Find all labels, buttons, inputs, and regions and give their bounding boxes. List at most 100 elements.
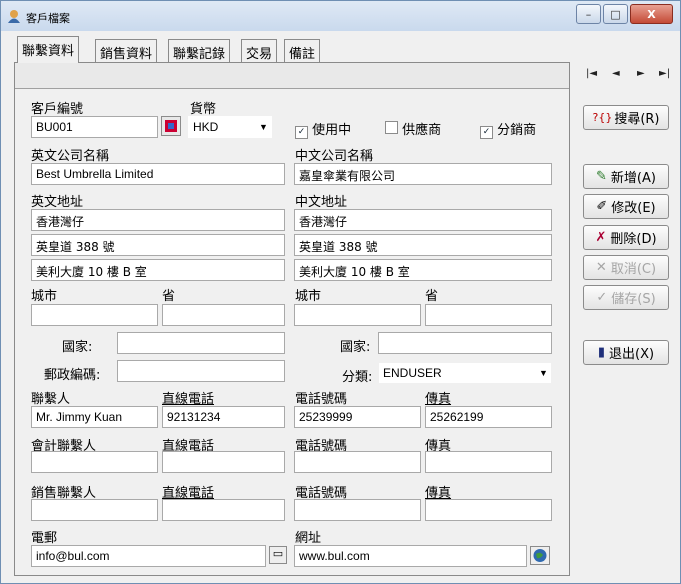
cn-country-field[interactable] (378, 332, 552, 354)
globe-icon[interactable] (530, 546, 550, 565)
cn-province-field[interactable] (425, 304, 552, 326)
close-button[interactable]: X (630, 4, 673, 24)
supplier-check-icon (385, 121, 398, 134)
currency-label: 貨幣 (190, 102, 217, 117)
cancel-icon: ✕ (595, 260, 607, 275)
maximize-button[interactable]: □ (603, 4, 628, 24)
cn-city-field[interactable] (294, 304, 421, 326)
in-use-label: 使用中 (312, 123, 352, 138)
accounting-fax-field[interactable] (425, 451, 552, 473)
sales-contact-field[interactable] (31, 499, 158, 521)
cn-address-line3[interactable]: 美利大廈 10 樓 B 室 (294, 259, 552, 281)
chevron-down-icon: ▼ (259, 122, 268, 132)
category-select[interactable]: ENDUSER ▼ (378, 362, 552, 384)
customer-lookup-icon[interactable] (161, 116, 181, 136)
en-country-field[interactable] (117, 332, 285, 354)
distributor-label: 分銷商 (497, 123, 537, 138)
cn-address-line2[interactable]: 英皇道 388 號 (294, 234, 552, 256)
next-record-button[interactable]: ► (637, 68, 645, 79)
postal-field[interactable] (117, 360, 285, 382)
window-title: 客戶檔案 (26, 12, 70, 25)
postal-label: 郵政編碼: (44, 368, 101, 383)
distributor-checkbox[interactable]: ✓ 分銷商 (480, 119, 536, 139)
cancel-button[interactable]: ✕ 取消(C) (583, 255, 669, 280)
exit-button[interactable]: ▮ 退出(X) (583, 340, 669, 365)
customer-no-label: 客戶編號 (31, 102, 84, 117)
accounting-phone-field[interactable] (294, 451, 421, 473)
currency-value: HKD (193, 120, 219, 134)
edit-button[interactable]: ✐ 修改(E) (583, 194, 669, 219)
fax-label: 傳真 (425, 392, 452, 407)
exit-icon: ▮ (597, 345, 606, 360)
search-button-label: 搜尋(R) (614, 112, 660, 127)
phone-field[interactable]: 25239999 (294, 406, 421, 428)
cancel-button-label: 取消(C) (610, 262, 657, 277)
direct-phone-field[interactable]: 92131234 (162, 406, 285, 428)
email-field[interactable]: info@bul.com (31, 545, 266, 567)
email-label: 電郵 (31, 531, 58, 546)
exit-button-label: 退出(X) (609, 347, 655, 362)
contact-label: 聯繫人 (31, 392, 71, 407)
tab-transactions[interactable]: 交易 (241, 39, 278, 62)
last-record-button[interactable]: ►| (659, 68, 670, 79)
en-city-field[interactable] (31, 304, 158, 326)
en-address-line3[interactable]: 美利大廈 10 樓 B 室 (31, 259, 285, 281)
cn-city-label: 城市 (295, 289, 322, 304)
edit-icon: ✐ (596, 199, 608, 214)
en-company-field[interactable]: Best Umbrella Limited (31, 163, 285, 185)
chevron-down-icon: ▼ (539, 368, 548, 378)
en-province-field[interactable] (162, 304, 285, 326)
search-icon: ?{} (592, 111, 613, 124)
tab-contact[interactable]: 聯繫資料 (17, 36, 80, 63)
tab-notes[interactable]: 備註 (284, 39, 321, 62)
tab-contact-log[interactable]: 聯繫記錄 (168, 39, 231, 62)
tab-sales[interactable]: 銷售資料 (95, 39, 158, 62)
accounting-direct-phone-field[interactable] (162, 451, 285, 473)
website-label: 網址 (295, 531, 322, 546)
supplier-checkbox[interactable]: 供應商 (385, 119, 441, 138)
cn-company-field[interactable]: 嘉皇傘業有限公司 (294, 163, 552, 185)
cn-company-label: 中文公司名稱 (295, 149, 374, 164)
new-button-label: 新增(A) (610, 171, 656, 186)
save-button-label: 儲存(S) (611, 292, 656, 307)
edit-button-label: 修改(E) (611, 201, 656, 216)
in-use-check-icon: ✓ (295, 126, 308, 139)
cn-country-label: 國家: (340, 340, 371, 355)
save-button[interactable]: ✓ 儲存(S) (583, 285, 669, 310)
en-address-line1[interactable]: 香港灣仔 (31, 209, 285, 231)
sales-phone-field[interactable] (294, 499, 421, 521)
delete-button[interactable]: ✗ 刪除(D) (583, 225, 669, 250)
phone-label: 電話號碼 (295, 392, 348, 407)
direct-phone-label: 直線電話 (162, 392, 215, 407)
in-use-checkbox[interactable]: ✓ 使用中 (295, 119, 351, 139)
customer-no-field[interactable]: BU001 (31, 116, 158, 138)
minimize-button[interactable]: – (576, 4, 601, 24)
cn-province-label: 省 (425, 289, 439, 304)
en-city-label: 城市 (31, 289, 58, 304)
currency-select[interactable]: HKD ▼ (188, 116, 272, 138)
category-value: ENDUSER (383, 366, 442, 380)
prev-record-button[interactable]: ◄ (612, 68, 620, 79)
supplier-label: 供應商 (402, 123, 442, 138)
category-label: 分類: (342, 370, 373, 385)
cn-address-line1[interactable]: 香港灣仔 (294, 209, 552, 231)
contact-field[interactable]: Mr. Jimmy Kuan (31, 406, 158, 428)
app-icon (6, 8, 22, 24)
delete-button-label: 刪除(D) (610, 232, 657, 247)
website-field[interactable]: www.bul.com (294, 545, 527, 567)
sales-direct-phone-field[interactable] (162, 499, 285, 521)
panel-header-strip (15, 63, 569, 89)
first-record-button[interactable]: |◄ (586, 68, 597, 79)
email-send-icon[interactable]: ▭ (269, 546, 287, 564)
delete-icon: ✗ (595, 230, 607, 245)
fax-field[interactable]: 25262199 (425, 406, 552, 428)
cn-address-label: 中文地址 (295, 195, 348, 210)
en-address-line2[interactable]: 英皇道 388 號 (31, 234, 285, 256)
distributor-check-icon: ✓ (480, 126, 493, 139)
new-button[interactable]: ✎ 新增(A) (583, 164, 669, 189)
sales-fax-field[interactable] (425, 499, 552, 521)
accounting-contact-field[interactable] (31, 451, 158, 473)
en-province-label: 省 (162, 289, 176, 304)
search-button[interactable]: ?{} 搜尋(R) (583, 105, 669, 130)
en-company-label: 英文公司名稱 (31, 149, 110, 164)
